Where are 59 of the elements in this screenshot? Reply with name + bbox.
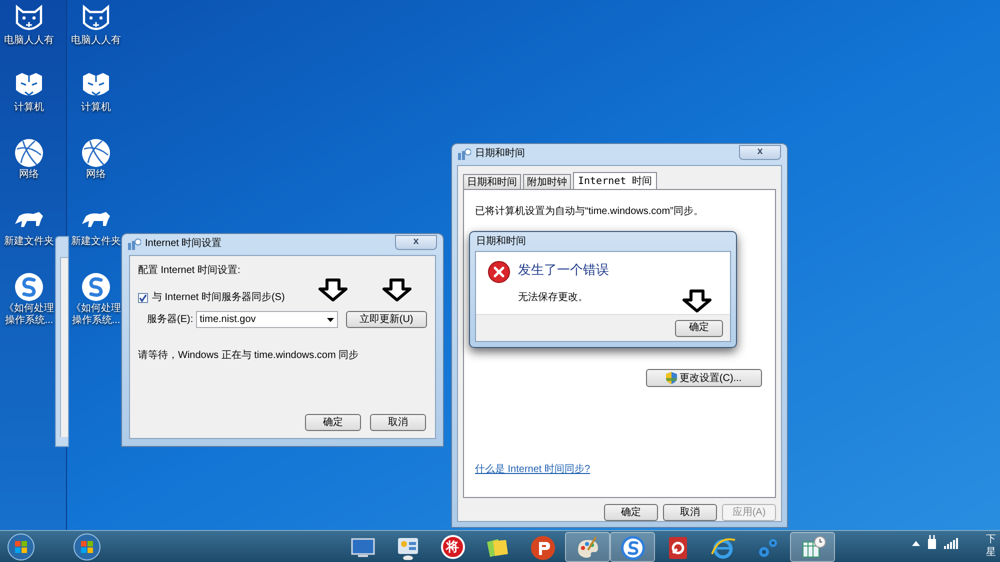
checkbox[interactable] [138, 292, 148, 302]
button[interactable]: 取消 [370, 414, 426, 431]
icon-label[interactable]: 计算机 [81, 102, 111, 114]
taskbar-button[interactable] [610, 532, 655, 562]
taskbar-button[interactable] [790, 532, 835, 562]
signal-bars-icon[interactable] [944, 537, 958, 549]
clock[interactable]: 下 星 [986, 533, 996, 559]
window-title: Internet 时间设置 [145, 236, 222, 251]
close-button[interactable]: x [739, 144, 781, 160]
close-button[interactable]: x [395, 234, 437, 250]
tab[interactable]: Internet 时间 [573, 172, 658, 189]
tab[interactable]: 日期和时间 [463, 174, 521, 189]
shield-icon [666, 372, 678, 384]
window-title: 日期和时间 [476, 234, 526, 249]
help-link[interactable]: 什么是 Internet 时间同步? [475, 462, 764, 477]
icon-label[interactable]: 网络 [86, 169, 106, 181]
button[interactable]: 确定 [604, 504, 658, 521]
taskbar-button[interactable]: 将 [430, 532, 475, 562]
error-icon [488, 261, 510, 283]
button[interactable]: 确定 [305, 414, 361, 431]
show-hidden-icons-icon[interactable] [912, 540, 920, 546]
sogou-icon [618, 534, 646, 560]
icon-label[interactable]: 新建文件夹 [71, 236, 121, 248]
error-message: 无法保存更改。 [518, 290, 589, 304]
icon-label[interactable]: 计算机 [14, 102, 44, 114]
section-heading: 配置 Internet 时间设置: [138, 264, 242, 278]
icon-label[interactable]: 《如何处理 [71, 303, 121, 315]
down-arrow-icon [317, 278, 349, 302]
error-heading: 发生了一个错误 [518, 261, 609, 279]
icon-label[interactable]: 操作系统... [4, 315, 54, 327]
sogou-icon[interactable] [80, 271, 112, 303]
globe-icon[interactable] [80, 137, 112, 169]
badge-icon: 将 [440, 535, 464, 559]
window-title: 日期和时间 [475, 146, 525, 161]
icon-label[interactable]: 电脑人人有 [71, 35, 121, 47]
circle-p-icon [528, 534, 556, 560]
icon-label[interactable]: 网络 [19, 169, 39, 181]
field-label: 服务器(E): [147, 313, 194, 327]
down-arrow-icon [381, 278, 413, 302]
start-button[interactable] [7, 533, 35, 561]
icon-label[interactable]: 新建文件夹 [4, 236, 54, 248]
info-message: 已将计算机设置为自动与“time.windows.com”同步。 [475, 204, 704, 219]
icon-label[interactable]: 电脑人人有 [4, 35, 54, 47]
status-message: 请等待，Windows 正在与 time.windows.com 同步 [138, 348, 360, 363]
icon-label[interactable]: 《如何处理 [4, 303, 54, 315]
power-plug-icon[interactable] [926, 535, 938, 551]
change-settings-button[interactable]: 更改设置(C)... [646, 369, 762, 387]
down-arrow-icon [681, 289, 713, 313]
button[interactable]: 确定 [675, 320, 723, 336]
globe-icon[interactable] [13, 137, 45, 169]
icon-label[interactable]: 操作系统... [72, 315, 120, 327]
checkbox-label[interactable]: 与 Internet 时间服务器同步(S) [152, 290, 285, 305]
tab[interactable]: 附加时钟 [523, 174, 571, 189]
server-dropdown[interactable]: time.nist.gov [196, 311, 338, 328]
button[interactable]: 立即更新(U) [346, 311, 427, 328]
sogou-icon[interactable] [13, 271, 45, 303]
button[interactable]: 取消 [663, 504, 717, 521]
dropdown-caret-icon [326, 318, 334, 322]
start-button[interactable] [73, 533, 101, 561]
